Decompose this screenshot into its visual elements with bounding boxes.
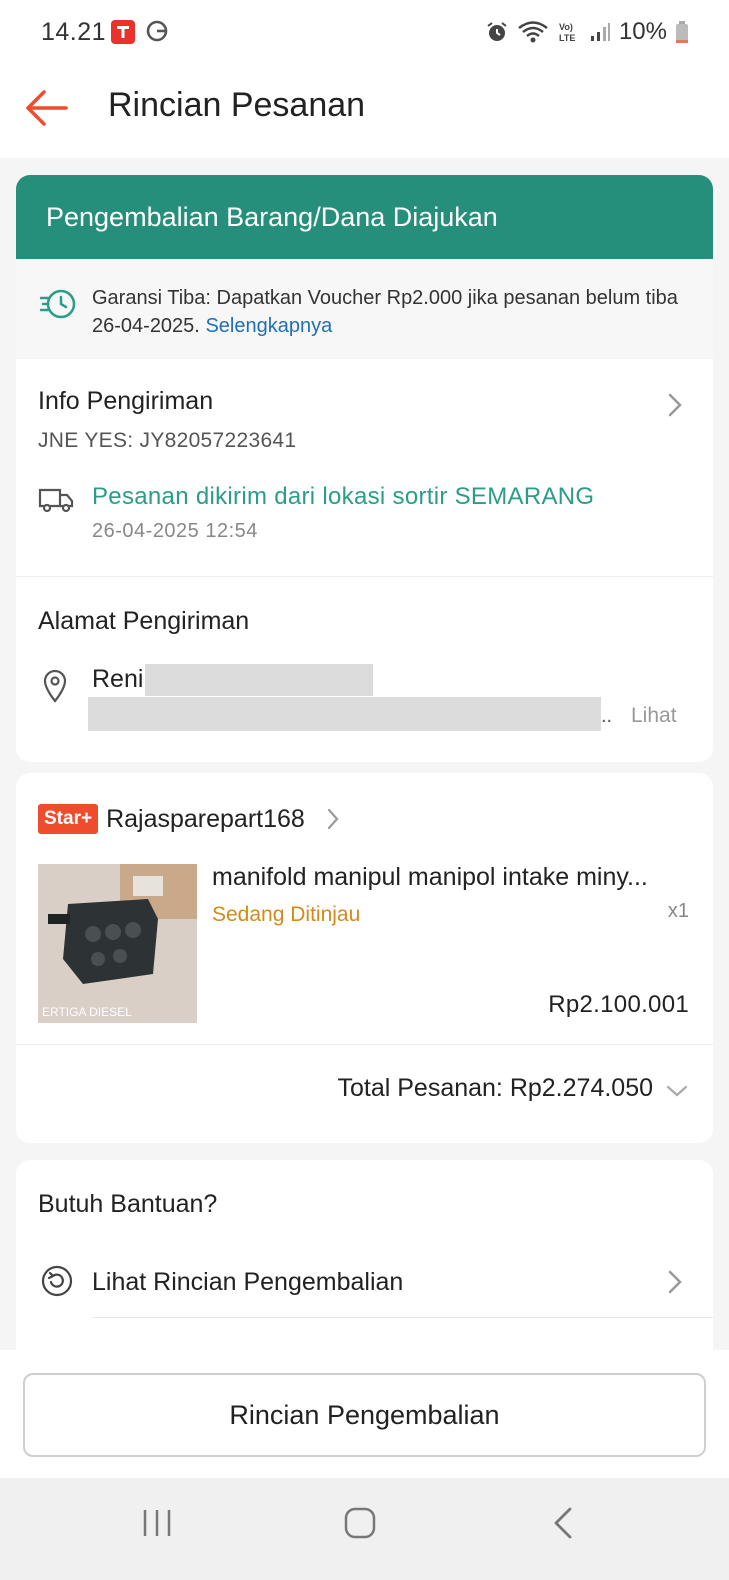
- divider: [92, 1317, 713, 1318]
- order-status-card: Pengembalian Barang/Dana Diajukan Garans…: [16, 175, 713, 762]
- back-icon[interactable]: [552, 1506, 574, 1540]
- help-card: Butuh Bantuan? Lihat Rincian Pengembalia…: [16, 1160, 713, 1350]
- product-title[interactable]: manifold manipul manipol intake miny...: [212, 863, 692, 892]
- chevron-right-icon: [668, 1270, 682, 1294]
- svg-text:Vo): Vo): [559, 22, 573, 32]
- status-bar: 14.21 Vo) LTE 10%: [0, 0, 729, 66]
- status-time: 14.21: [41, 18, 107, 46]
- system-nav-bar: [0, 1478, 729, 1580]
- address-section: Alamat Pengiriman Reni .. Lihat: [16, 577, 713, 762]
- fast-clock-icon: [40, 289, 76, 319]
- guarantee-more-link[interactable]: Selengkapnya: [205, 315, 332, 337]
- home-icon[interactable]: [343, 1506, 377, 1540]
- return-details-button[interactable]: Rincian Pengembalian: [23, 1373, 706, 1457]
- location-pin-icon: [43, 669, 67, 703]
- back-arrow-icon[interactable]: [22, 86, 70, 130]
- shipping-info-title: Info Pengiriman: [38, 387, 214, 415]
- product-quantity: x1: [667, 900, 689, 922]
- shipping-datetime: 26-04-2025 12:54: [92, 520, 258, 542]
- order-total[interactable]: Total Pesanan: Rp2.274.050: [337, 1074, 653, 1103]
- chevron-right-icon: [668, 393, 682, 417]
- recent-apps-icon[interactable]: [141, 1506, 173, 1540]
- shop-name: Rajasparepart168: [106, 804, 305, 833]
- app-bar: Rincian Pesanan: [0, 66, 729, 158]
- recipient-name: Reni: [92, 665, 144, 693]
- redacted-name-block: [145, 664, 373, 696]
- svg-text:LTE: LTE: [559, 33, 575, 43]
- help-item-label: Lihat Rincian Pengembalian: [92, 1268, 404, 1296]
- address-title: Alamat Pengiriman: [38, 607, 250, 635]
- divider: [16, 1044, 713, 1045]
- status-icons: Vo) LTE 10%: [485, 18, 689, 46]
- battery-icon: [676, 21, 688, 43]
- chevron-down-icon[interactable]: [666, 1084, 688, 1098]
- product-card: Star+ Rajasparepart168 ERTIGA DIESEL man…: [16, 773, 713, 1143]
- google-icon: [145, 19, 169, 43]
- app-notification-icon: [111, 20, 135, 44]
- star-plus-badge: Star+: [38, 804, 99, 834]
- wifi-icon: [518, 21, 548, 43]
- order-status-banner: Pengembalian Barang/Dana Diajukan: [16, 175, 713, 259]
- signal-icon: [590, 23, 610, 41]
- help-item-return-details[interactable]: Lihat Rincian Pengembalian: [16, 1242, 713, 1318]
- product-price: Rp2.100.001: [548, 991, 689, 1018]
- shop-row[interactable]: Star+ Rajasparepart168: [38, 803, 339, 835]
- guarantee-text: Garansi Tiba: Dapatkan Voucher Rp2.000 j…: [92, 287, 678, 337]
- page-title: Rincian Pesanan: [108, 86, 366, 124]
- shipping-info-section[interactable]: Info Pengiriman JNE YES: JY82057223641 P…: [16, 359, 713, 577]
- help-title: Butuh Bantuan?: [38, 1190, 218, 1218]
- volte-icon: Vo)LTE: [559, 22, 575, 43]
- alarm-icon: [487, 22, 507, 41]
- truck-icon: [38, 488, 74, 513]
- tracking-number: JNE YES: JY82057223641: [38, 429, 297, 452]
- product-thumbnail[interactable]: ERTIGA DIESEL: [38, 864, 197, 1023]
- view-address-link[interactable]: Lihat: [631, 704, 677, 728]
- address-ellipsis: ..: [601, 705, 613, 727]
- product-review-status: Sedang Ditinjau: [212, 903, 361, 926]
- redacted-address-block: [88, 697, 601, 731]
- battery-percent: 10%: [618, 18, 667, 45]
- shipping-status: Pesanan dikirim dari lokasi sortir SEMAR…: [92, 483, 595, 510]
- return-icon: [41, 1265, 73, 1297]
- guarantee-banner[interactable]: Garansi Tiba: Dapatkan Voucher Rp2.000 j…: [16, 259, 713, 359]
- bottom-action-bar: Rincian Pengembalian: [0, 1350, 729, 1478]
- product-image-caption: ERTIGA DIESEL: [42, 1005, 132, 1019]
- chevron-right-icon: [327, 808, 339, 830]
